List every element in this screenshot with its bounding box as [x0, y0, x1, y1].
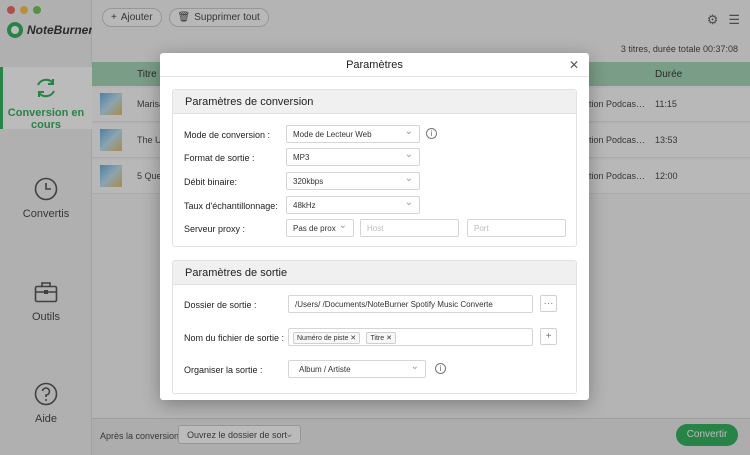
conversion-mode-select[interactable]: Mode de Lecteur Web: [286, 125, 420, 143]
close-icon[interactable]: ✕: [569, 53, 579, 77]
dialog-header: Paramètres ✕: [160, 53, 589, 77]
organize-output-row: Organiser la sortie : Album / Artiste i: [173, 360, 578, 380]
output-format-row: Format de sortie : MP3: [173, 148, 578, 168]
output-filename-field[interactable]: Numéro de piste ✕ Titre ✕: [288, 328, 533, 346]
proxy-label: Serveur proxy :: [184, 224, 246, 234]
bitrate-row: Débit binaire: 320kbps: [173, 172, 578, 192]
samplerate-select[interactable]: 48kHz: [286, 196, 420, 214]
bitrate-label: Débit binaire:: [184, 177, 238, 187]
port-input[interactable]: Port: [467, 219, 566, 237]
output-format-select[interactable]: MP3: [286, 148, 420, 166]
output-folder-input[interactable]: /Users/ /Documents/NoteBurner Spotify Mu…: [288, 295, 533, 313]
output-folder-row: Dossier de sortie : /Users/ /Documents/N…: [173, 295, 578, 315]
conversion-settings-section: Paramètres de conversion Mode de convers…: [172, 89, 577, 247]
chip-label: Titre: [370, 335, 385, 342]
conversion-mode-label: Mode de conversion :: [184, 130, 271, 140]
filename-chip[interactable]: Numéro de piste ✕: [293, 332, 361, 344]
bitrate-select[interactable]: 320kbps: [286, 172, 420, 190]
info-icon[interactable]: i: [426, 128, 437, 139]
output-format-label: Format de sortie :: [184, 153, 255, 163]
conversion-mode-row: Mode de conversion : Mode de Lecteur Web…: [173, 125, 578, 145]
organize-output-select[interactable]: Album / Artiste: [288, 360, 426, 378]
info-icon[interactable]: i: [435, 363, 446, 374]
output-filename-label: Nom du fichier de sortie :: [184, 333, 285, 343]
settings-dialog: Paramètres ✕ Paramètres de conversion Mo…: [160, 53, 589, 400]
output-folder-label: Dossier de sortie :: [184, 300, 257, 310]
organize-output-label: Organiser la sortie :: [184, 365, 263, 375]
section-heading: Paramètres de conversion: [173, 90, 576, 114]
output-filename-row: Nom du fichier de sortie : Numéro de pis…: [173, 328, 578, 348]
proxy-select[interactable]: Pas de prox: [286, 219, 354, 237]
proxy-row: Serveur proxy : Pas de prox Host Port: [173, 219, 578, 239]
output-settings-section: Paramètres de sortie Dossier de sortie :…: [172, 260, 577, 394]
section-heading: Paramètres de sortie: [173, 261, 576, 285]
chip-label: Numéro de piste: [297, 335, 349, 342]
add-filename-tag-button[interactable]: +: [540, 328, 557, 345]
dialog-title: Paramètres: [346, 59, 403, 71]
samplerate-row: Taux d'échantillonnage: 48kHz: [173, 196, 578, 216]
filename-chip[interactable]: Titre ✕: [366, 332, 396, 344]
browse-folder-button[interactable]: ···: [540, 295, 557, 312]
host-input[interactable]: Host: [360, 219, 459, 237]
samplerate-label: Taux d'échantillonnage:: [184, 201, 278, 211]
